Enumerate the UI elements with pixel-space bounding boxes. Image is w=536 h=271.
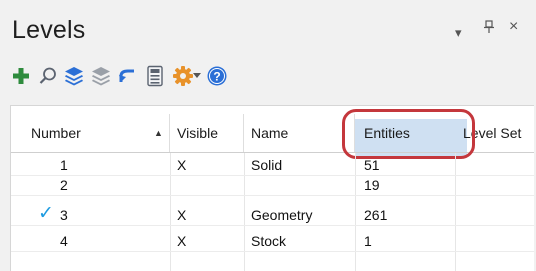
- table-row[interactable]: 2 19: [11, 176, 534, 195]
- cell-visible[interactable]: X: [177, 156, 186, 175]
- col-header-number[interactable]: Number ▲: [24, 114, 170, 152]
- layers-gray-icon[interactable]: [90, 64, 112, 88]
- row-divider: [11, 225, 534, 226]
- cell-number: 3: [60, 207, 68, 223]
- panel-titlebar: Levels ▾ ×: [0, 0, 536, 60]
- levels-toolbar: ?: [10, 64, 530, 90]
- active-level-check-icon: ✓: [38, 203, 54, 224]
- levels-grid: Number ▲ Visible Name Entities Level Set…: [10, 105, 534, 271]
- cell-entities: 19: [364, 177, 380, 193]
- search-icon[interactable]: [37, 64, 59, 88]
- add-icon[interactable]: [10, 64, 32, 88]
- dropdown-arrow-icon[interactable]: [191, 64, 203, 88]
- close-icon[interactable]: ×: [509, 18, 518, 36]
- table-row[interactable]: 4 X Stock 1: [11, 232, 534, 251]
- undo-icon[interactable]: [117, 64, 139, 88]
- cell-entities: 51: [364, 157, 380, 173]
- table-row[interactable]: ✓ 3 X Geometry 261: [11, 203, 534, 225]
- cell-number: 2: [60, 177, 68, 193]
- col-header-number-label: Number: [31, 125, 81, 141]
- cell-name[interactable]: Stock: [251, 232, 286, 251]
- cell-name[interactable]: Solid: [251, 156, 282, 175]
- pin-icon[interactable]: [483, 20, 495, 37]
- help-icon[interactable]: ?: [206, 64, 228, 88]
- panel-menu-dropdown-icon[interactable]: ▾: [455, 25, 462, 41]
- panel-title: Levels: [12, 16, 86, 44]
- sort-ascending-icon: ▲: [154, 128, 163, 138]
- col-header-visible[interactable]: Visible: [170, 114, 244, 152]
- col-header-name[interactable]: Name: [244, 114, 355, 152]
- layers-icon[interactable]: [63, 64, 85, 88]
- table-row[interactable]: 1 X Solid 51: [11, 156, 534, 175]
- cell-name[interactable]: Geometry: [251, 206, 312, 225]
- entities-callout-ring: [342, 109, 475, 159]
- cell-visible[interactable]: X: [177, 206, 186, 225]
- cell-number: 1: [60, 157, 68, 173]
- calculator-icon[interactable]: [144, 64, 166, 88]
- row-divider: [11, 195, 534, 196]
- cell-entities: 1: [364, 233, 372, 249]
- cell-number: 4: [60, 233, 68, 249]
- row-divider: [11, 251, 534, 252]
- svg-text:?: ?: [213, 70, 220, 84]
- cell-visible[interactable]: X: [177, 232, 186, 251]
- cell-entities: 261: [364, 207, 388, 223]
